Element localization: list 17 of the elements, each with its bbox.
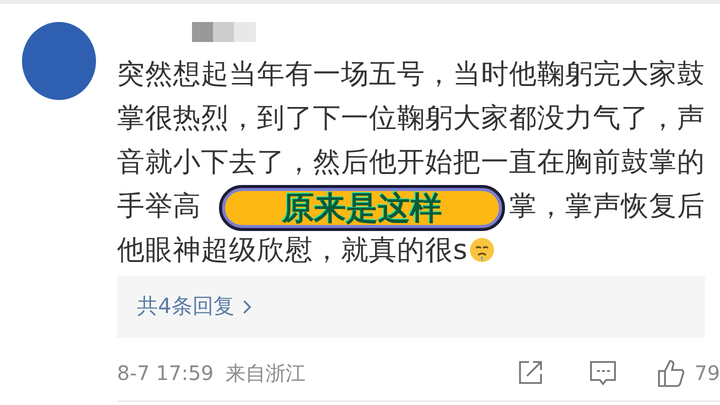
thumbs-up-icon[interactable] [656,358,687,388]
crying-emoji-icon [469,237,496,263]
replies-link[interactable]: 共4条回复 [137,291,252,323]
comment-text: 手举高 [117,189,201,224]
comment-text: 突然想起当年有一场五号，当时他鞠躬完大家鼓 [117,57,705,92]
comment-icon[interactable] [588,359,617,387]
comment-text: 他眼神超级欣慰，就真的很s [117,233,468,268]
blurred-username [192,22,256,42]
comment-location: 来自浙江 [226,360,306,387]
caption-banner: 原来是这样 [219,185,505,231]
comment-time: 8-7 17:59 [117,360,214,387]
comment-text: 掌很热烈，到了下一位鞠躬大家都没力气了，声 [117,101,705,136]
comment-text: 音就小下去了，然后他开始把一直在胸前鼓掌的 [117,145,705,180]
like-count: 79 [694,360,720,387]
chevron-right-icon [242,299,252,315]
comment-text: 掌，掌声恢复后 [509,189,705,224]
share-icon[interactable] [516,360,543,386]
